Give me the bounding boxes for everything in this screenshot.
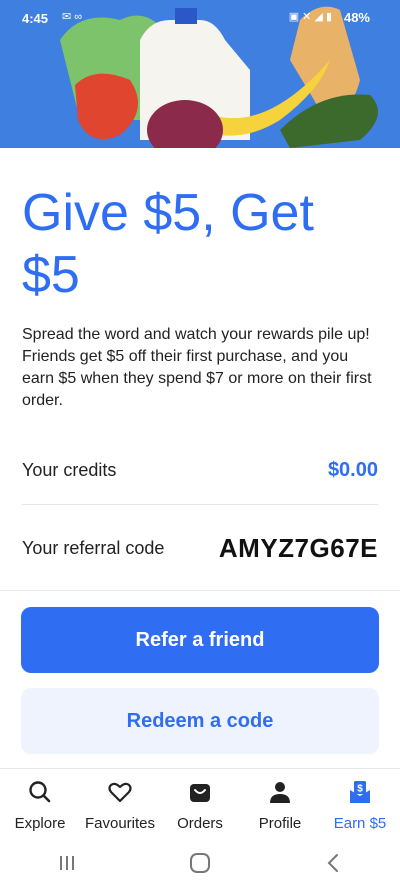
nav-favourites[interactable]: Favourites: [80, 769, 160, 837]
nav-profile[interactable]: Profile: [240, 769, 320, 837]
battery-level: 48%: [343, 10, 370, 25]
signal-icons: ▣ ✕ ◢ ▮: [288, 11, 332, 23]
system-nav-bar: [0, 837, 400, 889]
page-title: Give $5, Get $5: [22, 184, 314, 304]
divider: [0, 590, 400, 591]
referral-description: Spread the word and watch your rewards p…: [22, 326, 372, 409]
redeem-code-button[interactable]: Redeem a code: [21, 688, 379, 754]
heart-icon: [108, 782, 132, 803]
nav-label: Favourites: [84, 815, 156, 832]
bottom-nav: Explore Favourites Orders Profile $ Earn…: [0, 769, 400, 837]
svg-text:$: $: [357, 784, 363, 795]
home-button[interactable]: [180, 848, 220, 878]
bag-icon: [190, 784, 210, 802]
referral-code-row: Your referral code AMYZ7G67E: [22, 528, 378, 568]
credits-label: Your credits: [22, 459, 117, 480]
referral-code-label: Your referral code: [22, 537, 165, 558]
nav-label: Orders: [177, 815, 223, 832]
hero-banner: 4:45 ✉ ∞ ▣ ✕ ◢ ▮ 48%: [0, 0, 400, 148]
nav-orders[interactable]: Orders: [160, 769, 240, 837]
home-icon: [189, 853, 210, 873]
status-bar: 4:45 ✉ ∞ ▣ ✕ ◢ ▮ 48%: [0, 0, 400, 34]
recent-apps-icon: [59, 856, 74, 870]
nav-label: Explore: [14, 815, 66, 832]
nav-explore[interactable]: Explore: [0, 769, 80, 837]
gift-dollar-icon: $: [350, 781, 370, 803]
refer-friend-button[interactable]: Refer a friend: [21, 607, 379, 673]
credits-value: $0.00: [327, 458, 378, 481]
referral-code-value[interactable]: AMYZ7G67E: [219, 533, 378, 564]
notification-icons: ✉ ∞: [62, 11, 83, 23]
nav-label: Profile: [258, 815, 302, 832]
divider: [22, 504, 378, 505]
recent-apps-button[interactable]: [47, 848, 87, 878]
status-time: 4:45: [22, 11, 49, 26]
nav-earn[interactable]: $ Earn $5: [320, 769, 400, 837]
credits-row: Your credits $0.00: [22, 450, 378, 490]
person-icon: [270, 782, 290, 803]
back-button[interactable]: [313, 848, 353, 878]
search-icon: [29, 781, 51, 803]
back-icon: [327, 854, 339, 872]
nav-label: Earn $5: [333, 815, 387, 832]
